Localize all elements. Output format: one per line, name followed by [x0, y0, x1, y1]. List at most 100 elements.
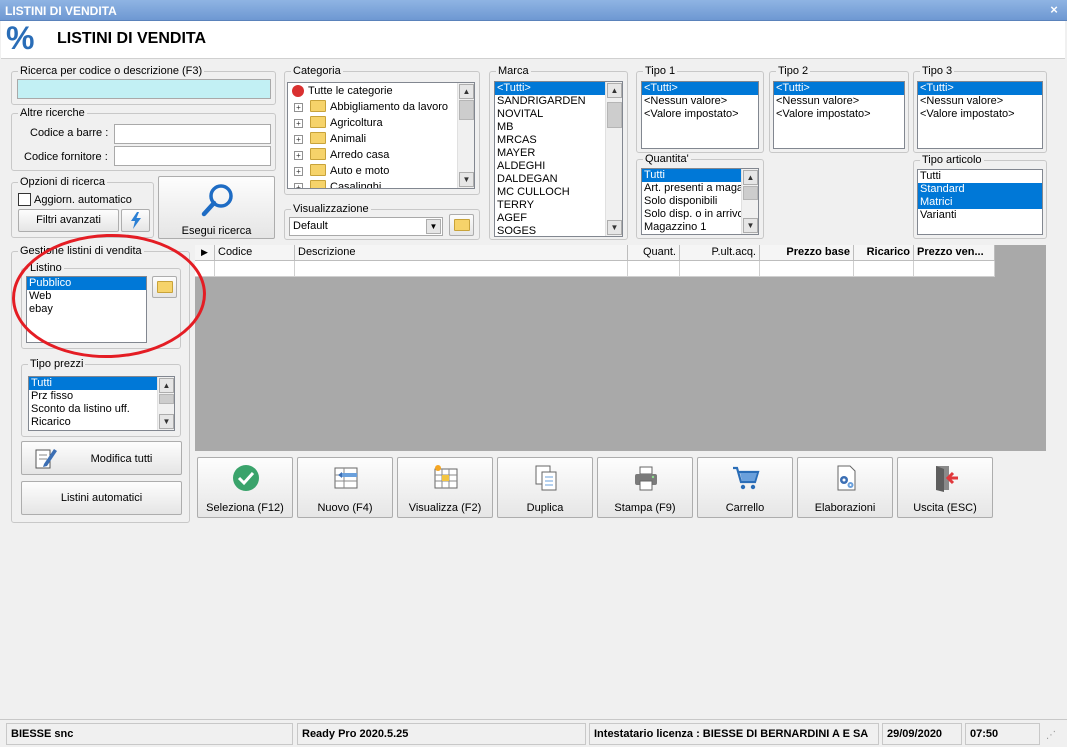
list-item[interactable]: Tutti — [29, 377, 157, 390]
open-view-button[interactable] — [449, 214, 474, 236]
column-header-ricarico[interactable]: Ricarico — [854, 245, 914, 261]
supplier-code-input[interactable] — [114, 146, 271, 166]
list-item[interactable]: MC CULLOCH — [495, 186, 622, 199]
expand-icon[interactable]: + — [294, 151, 303, 160]
column-header-codice[interactable]: Codice — [215, 245, 295, 261]
type3-list[interactable]: <Tutti> <Nessun valore> <Valore impostat… — [917, 81, 1043, 149]
view-select[interactable]: Default ▼ — [289, 217, 443, 236]
tree-item-abbigliamento[interactable]: + Abbigliamento da lavoro — [288, 99, 474, 115]
chevron-down-icon[interactable]: ▼ — [426, 219, 441, 234]
run-search-button[interactable]: Esegui ricerca — [158, 176, 275, 239]
listino-list[interactable]: Pubblico Web ebay — [26, 276, 147, 343]
grid-cell[interactable] — [854, 261, 914, 277]
category-tree[interactable]: Tutte le categorie + Abbigliamento da lav… — [287, 82, 475, 189]
scroll-down-icon[interactable]: ▼ — [159, 414, 174, 429]
list-item[interactable]: SOGES — [495, 225, 622, 236]
grid-cell[interactable] — [295, 261, 628, 277]
scroll-thumb[interactable] — [159, 394, 174, 404]
select-button[interactable]: Seleziona (F12) — [197, 457, 293, 518]
grid-cell[interactable] — [215, 261, 295, 277]
view-button[interactable]: Visualizza (F2) — [397, 457, 493, 518]
scroll-thumb[interactable] — [607, 102, 622, 128]
list-item[interactable]: Matrici — [918, 196, 1042, 209]
scroll-thumb[interactable] — [743, 186, 758, 200]
type1-list[interactable]: <Tutti> <Nessun valore> <Valore impostat… — [641, 81, 759, 149]
scroll-down-icon[interactable]: ▼ — [607, 220, 622, 235]
grid-cell[interactable] — [914, 261, 995, 277]
expand-icon[interactable]: + — [294, 119, 303, 128]
grid-cell[interactable] — [760, 261, 854, 277]
quantity-list[interactable]: Tutti Art. presenti a magazzino Solo dis… — [641, 168, 759, 235]
list-item[interactable]: ebay — [27, 303, 146, 316]
scroll-up-icon[interactable]: ▲ — [159, 378, 174, 393]
list-item[interactable]: NOVITAL — [495, 108, 622, 121]
scroll-up-icon[interactable]: ▲ — [607, 83, 622, 98]
expand-icon[interactable]: + — [294, 167, 303, 176]
list-item[interactable]: Varianti — [918, 209, 1042, 222]
advanced-filters-button[interactable]: Filtri avanzati — [18, 209, 119, 232]
quantity-scrollbar[interactable]: ▲ ▼ — [741, 169, 758, 234]
list-item[interactable]: Ricarico — [29, 416, 174, 429]
list-item[interactable]: <Nessun valore> — [774, 95, 904, 108]
list-item[interactable]: ALDEGHI — [495, 160, 622, 173]
processing-button[interactable]: Elaborazioni — [797, 457, 893, 518]
list-item[interactable]: Web — [27, 290, 146, 303]
list-item[interactable]: SANDRIGARDEN — [495, 95, 622, 108]
column-header-ultimo-acquisto[interactable]: P.ult.acq. — [680, 245, 760, 261]
tree-item-agricoltura[interactable]: + Agricoltura — [288, 115, 474, 131]
list-item[interactable]: <Valore impostato> — [642, 108, 758, 121]
quick-filter-button[interactable] — [121, 209, 150, 232]
list-item[interactable]: <Tutti> — [642, 82, 758, 95]
type2-list[interactable]: <Tutti> <Nessun valore> <Valore impostat… — [773, 81, 905, 149]
table-row[interactable] — [195, 261, 215, 277]
grid-cell[interactable] — [628, 261, 680, 277]
price-type-list[interactable]: Tutti Prz fisso Sconto da listino uff. R… — [28, 376, 175, 431]
scroll-up-icon[interactable]: ▲ — [743, 170, 758, 185]
expand-icon[interactable]: + — [294, 183, 303, 188]
modify-all-button[interactable]: Modifica tutti — [21, 441, 182, 475]
price-type-scrollbar[interactable]: ▲ ▼ — [157, 377, 174, 430]
list-item[interactable]: Sconto da listino uff. — [29, 403, 174, 416]
scroll-up-icon[interactable]: ▲ — [459, 84, 474, 99]
list-item[interactable]: DALDEGAN — [495, 173, 622, 186]
list-item[interactable]: <Nessun valore> — [642, 95, 758, 108]
tree-item-auto-moto[interactable]: + Auto e moto — [288, 163, 474, 179]
tree-item-arredo-casa[interactable]: + Arredo casa — [288, 147, 474, 163]
list-item[interactable]: AGEF — [495, 212, 622, 225]
list-item[interactable]: <Valore impostato> — [774, 108, 904, 121]
exit-button[interactable]: Uscita (ESC) — [897, 457, 993, 518]
list-item[interactable]: <Tutti> — [918, 82, 1042, 95]
results-grid[interactable]: ▶ Codice Descrizione Quant. P.ult.acq. P… — [195, 245, 1046, 451]
brand-scrollbar[interactable]: ▲ ▼ — [605, 82, 622, 236]
expand-icon[interactable]: + — [294, 103, 303, 112]
list-item[interactable]: <Nessun valore> — [918, 95, 1042, 108]
list-item[interactable]: <Tutti> — [774, 82, 904, 95]
barcode-input[interactable] — [114, 124, 271, 144]
list-item[interactable]: MB — [495, 121, 622, 134]
grid-cell[interactable] — [680, 261, 760, 277]
resize-grip-icon[interactable]: ⋰ — [1046, 730, 1056, 741]
list-item[interactable]: Prz fisso — [29, 390, 174, 403]
column-header-quantita[interactable]: Quant. — [628, 245, 680, 261]
cart-button[interactable]: Carrello — [697, 457, 793, 518]
list-item[interactable]: MAYER — [495, 147, 622, 160]
list-item[interactable]: Standard — [918, 183, 1042, 196]
scroll-down-icon[interactable]: ▼ — [743, 218, 758, 233]
column-header-descrizione[interactable]: Descrizione — [295, 245, 628, 261]
list-item[interactable]: MRCAS — [495, 134, 622, 147]
article-type-list[interactable]: Tutti Standard Matrici Varianti — [917, 169, 1043, 235]
category-scrollbar[interactable]: ▲ ▼ — [457, 83, 474, 188]
window-close-button[interactable]: × — [1047, 2, 1061, 18]
duplicate-button[interactable]: Duplica — [497, 457, 593, 518]
list-item[interactable]: TERRY — [495, 199, 622, 212]
search-input[interactable] — [17, 79, 271, 99]
print-button[interactable]: Stampa (F9) — [597, 457, 693, 518]
new-button[interactable]: Nuovo (F4) — [297, 457, 393, 518]
auto-update-checkbox[interactable] — [18, 193, 31, 206]
expand-icon[interactable]: + — [294, 135, 303, 144]
list-item[interactable]: Tutti — [642, 169, 741, 182]
list-item[interactable]: Tutti — [918, 170, 1042, 183]
list-item[interactable]: <Tutti> — [495, 82, 605, 95]
automatic-price-lists-button[interactable]: Listini automatici — [21, 481, 182, 515]
column-header-prezzo-base[interactable]: Prezzo base — [760, 245, 854, 261]
